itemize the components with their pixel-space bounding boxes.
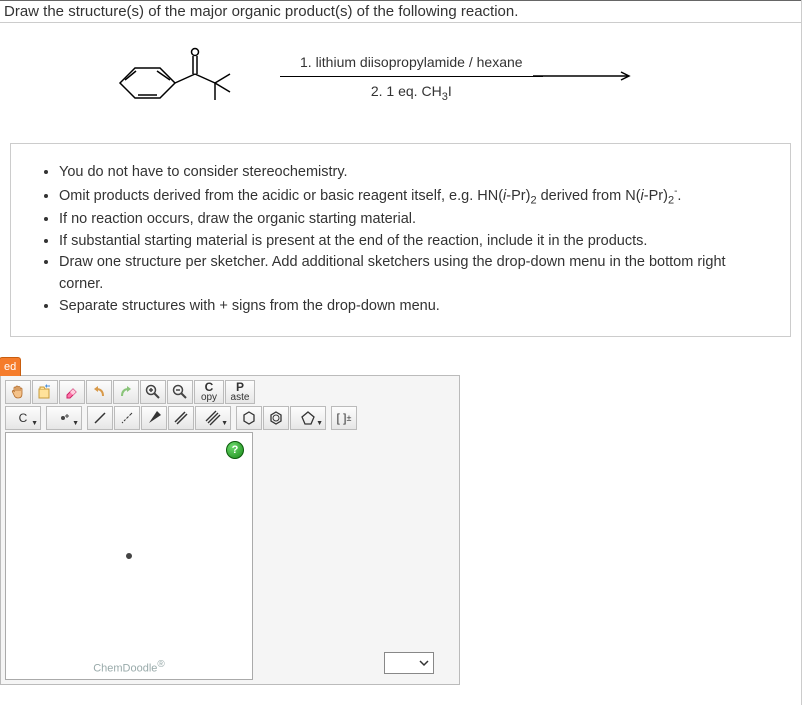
redo-button[interactable] (113, 380, 139, 404)
double-bond-button[interactable] (168, 406, 194, 430)
undo-button[interactable] (86, 380, 112, 404)
charge-button[interactable]: [ ]± (331, 406, 357, 430)
instructions-panel: You do not have to consider stereochemis… (10, 143, 791, 337)
zoom-in-button[interactable] (140, 380, 166, 404)
cyclohexane-button[interactable] (236, 406, 262, 430)
help-button[interactable]: ? (226, 441, 244, 459)
wedge-bond-button[interactable] (141, 406, 167, 430)
instruction-item: If substantial starting material is pres… (59, 231, 770, 253)
chevron-down-icon (419, 658, 429, 668)
hand-tool-button[interactable] (5, 380, 31, 404)
single-bond-button[interactable] (87, 406, 113, 430)
canvas-center-dot (126, 553, 132, 559)
instruction-item: Omit products derived from the acidic or… (59, 184, 770, 209)
instruction-item: Draw one structure per sketcher. Add add… (59, 252, 770, 296)
triple-bond-button[interactable]: ▼ (195, 406, 231, 430)
paste-button[interactable]: P aste (225, 380, 255, 404)
ring-selector-button[interactable]: ▼ (290, 406, 326, 430)
toolbar-row-2: C▼ ▼ ▼ (5, 406, 455, 430)
starting-material-structure (100, 38, 240, 118)
reaction-arrow-icon (533, 71, 633, 81)
copy-button[interactable]: C opy (194, 380, 224, 404)
sketcher-panel: C opy P aste C▼ ▼ (0, 375, 460, 685)
atom-add-button[interactable]: ▼ (46, 406, 82, 430)
zoom-out-button[interactable] (167, 380, 193, 404)
instruction-item: If no reaction occurs, draw the organic … (59, 209, 770, 231)
drawing-canvas[interactable]: ? ChemDoodle® (5, 432, 253, 680)
instruction-item: Separate structures with + signs from th… (59, 296, 770, 318)
chemdoodle-watermark: ChemDoodle® (93, 659, 165, 675)
question-text: Draw the structure(s) of the major organ… (0, 0, 801, 23)
instruction-item: You do not have to consider stereochemis… (59, 162, 770, 184)
reagent-line-1: 1. lithium diisopropylamide / hexane (300, 54, 523, 70)
element-selector-button[interactable]: C▼ (5, 406, 41, 430)
reaction-scheme: 1. lithium diisopropylamide / hexane 2. … (0, 23, 801, 133)
add-sketcher-dropdown[interactable] (384, 652, 434, 674)
benzene-button[interactable] (263, 406, 289, 430)
erase-tool-button[interactable] (59, 380, 85, 404)
open-tool-button[interactable] (32, 380, 58, 404)
toolbar-row-1: C opy P aste (5, 380, 455, 404)
recessed-bond-button[interactable] (114, 406, 140, 430)
sketcher-tab[interactable]: ed (0, 357, 21, 376)
reagent-line-2: 2. 1 eq. CH3I (280, 77, 543, 103)
